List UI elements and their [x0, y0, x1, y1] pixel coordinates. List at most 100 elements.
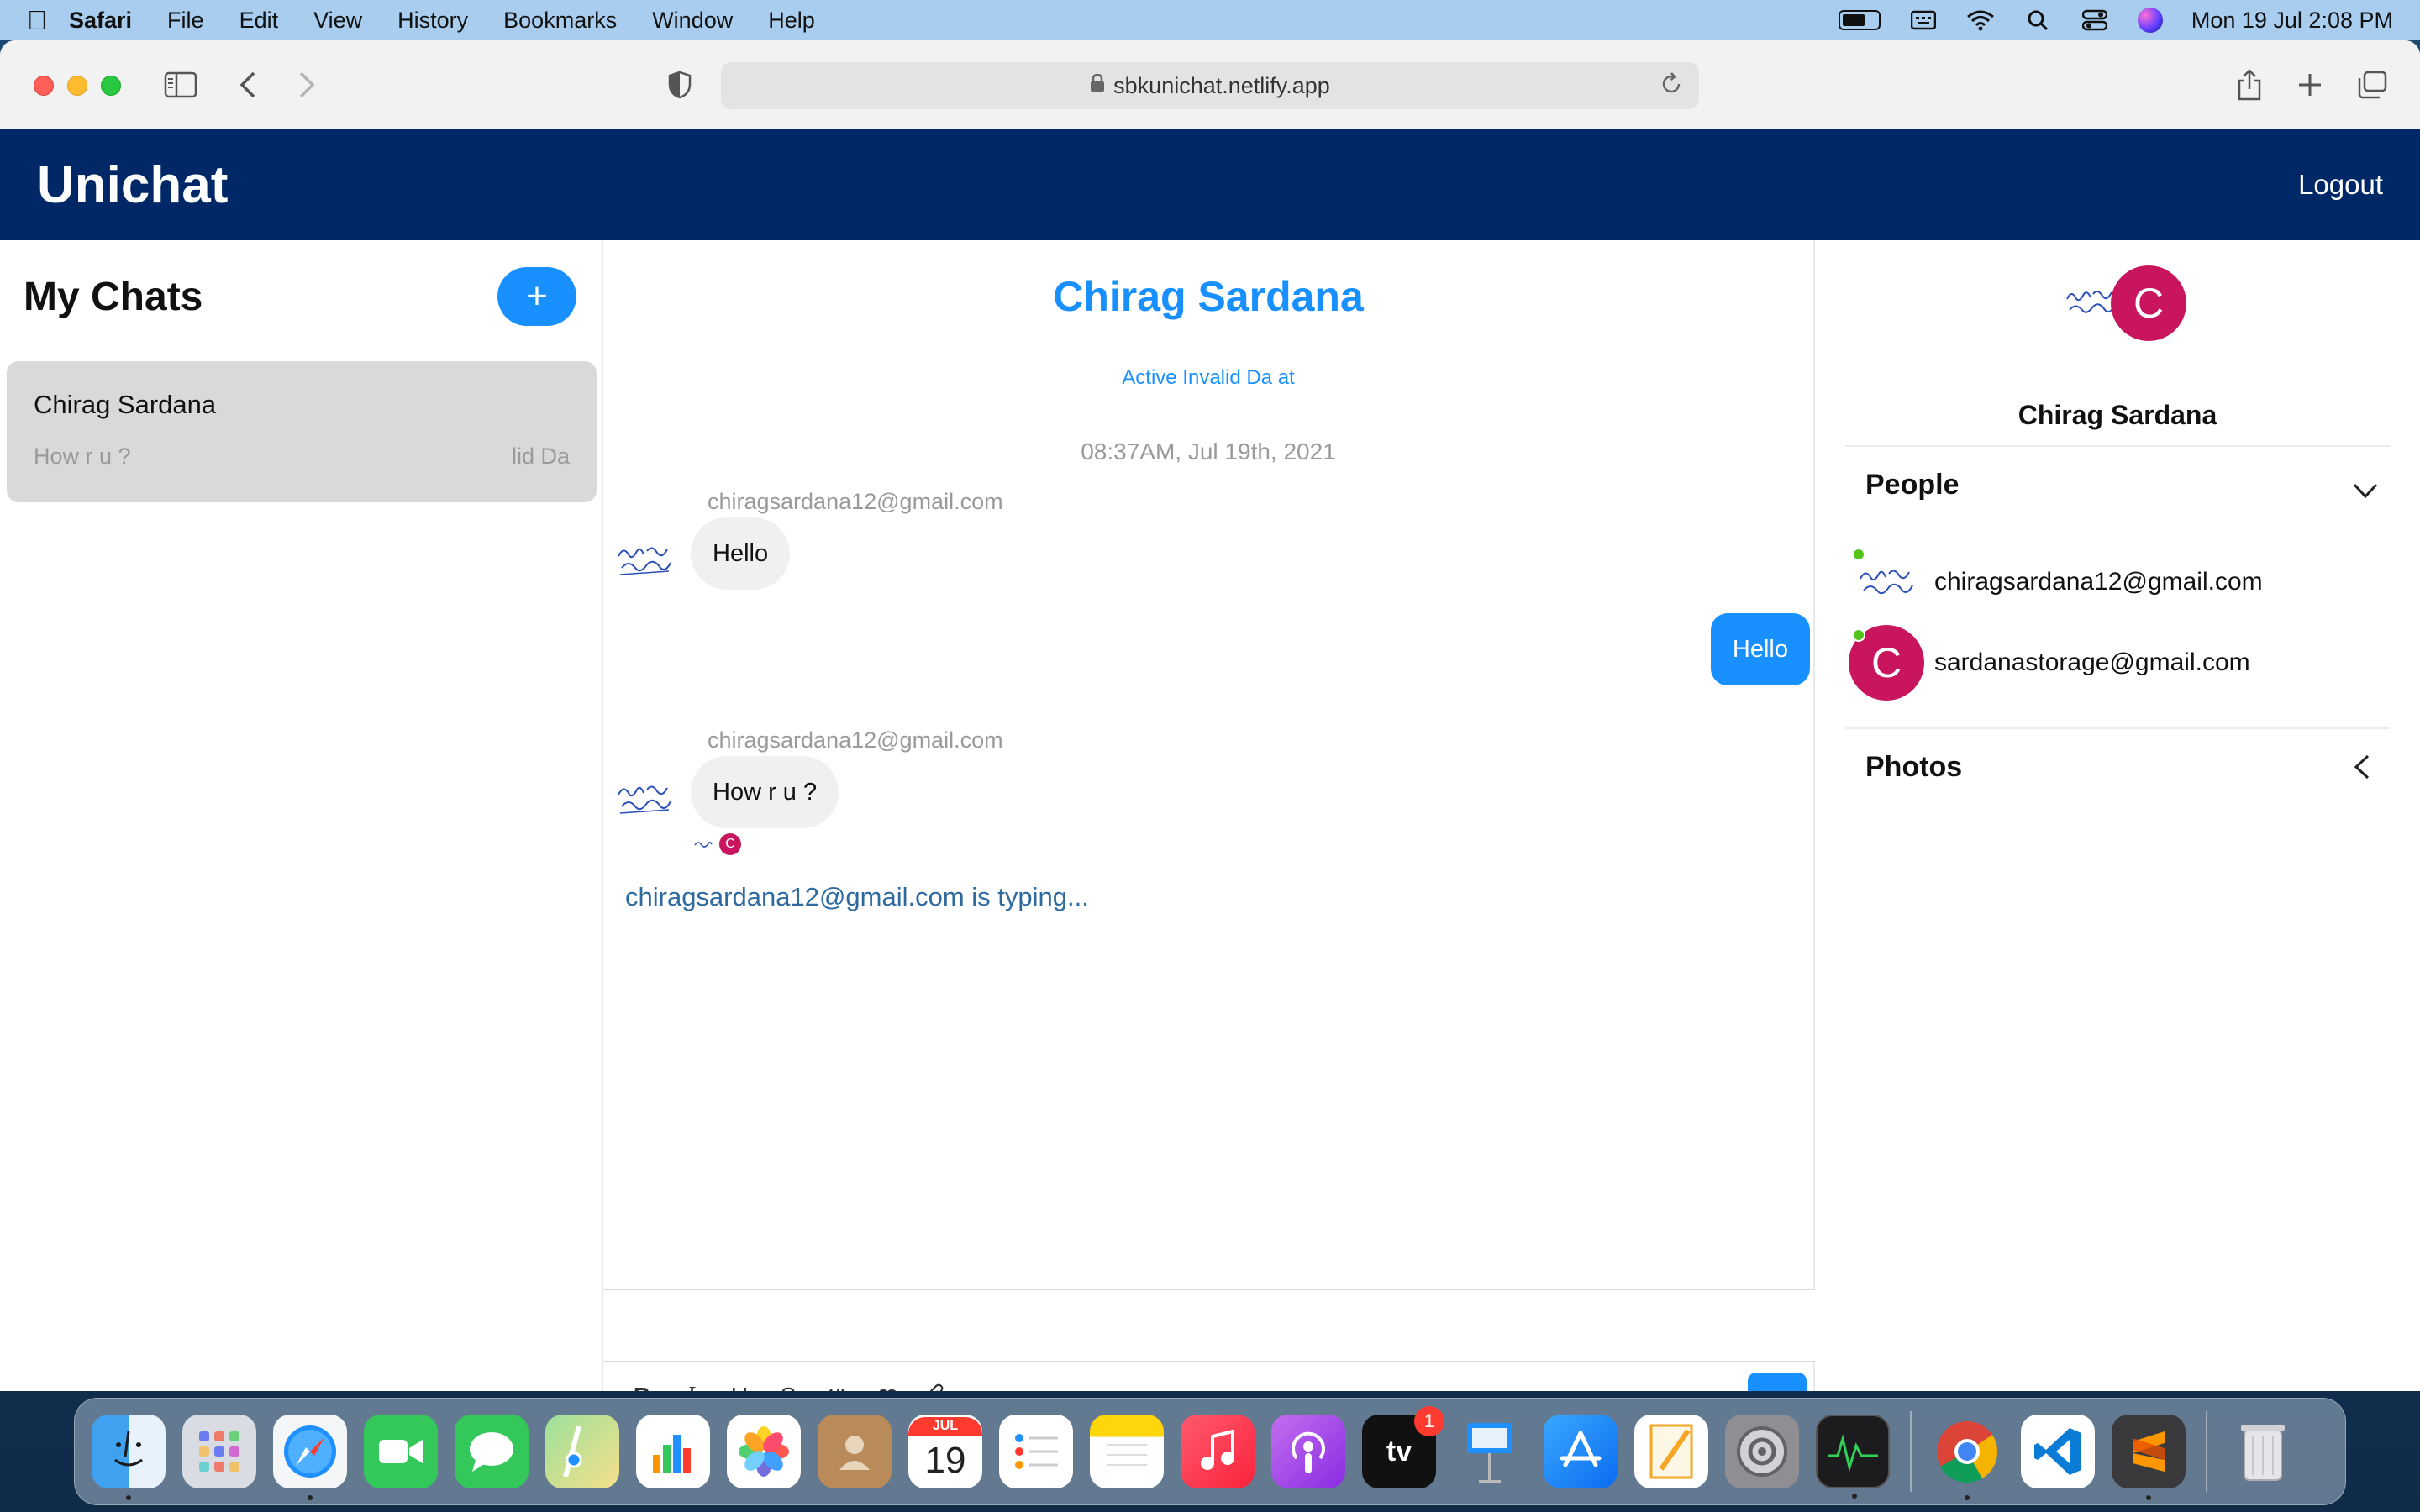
signature-avatar-icon [618, 547, 671, 575]
message-sender: chiragsardana12@gmail.com [708, 727, 1003, 753]
dock-separator [2206, 1411, 2207, 1492]
person-row[interactable]: chiragsardana12@gmail.com [1849, 544, 2263, 620]
code-icon[interactable] [823, 1383, 850, 1391]
chat-list-title: My Chats [24, 275, 203, 319]
podcasts-icon[interactable] [1271, 1415, 1345, 1488]
menu-help[interactable]: Help [768, 8, 815, 34]
message-bubble-own: Hello [1710, 613, 1810, 685]
keynote-icon[interactable] [1453, 1415, 1527, 1488]
menu-window[interactable]: Window [652, 8, 733, 34]
music-icon[interactable] [1181, 1415, 1255, 1488]
contacts-icon[interactable] [818, 1415, 892, 1488]
safari-icon[interactable] [273, 1415, 347, 1500]
maps-icon[interactable] [545, 1415, 619, 1488]
running-indicator [2146, 1495, 2151, 1500]
close-window-button[interactable] [34, 76, 54, 96]
address-bar[interactable]: sbkunichat.netlify.app [721, 62, 1699, 109]
photos-section-title[interactable]: Photos [1865, 751, 1962, 784]
calendar-icon[interactable]: JUL 19 [908, 1415, 982, 1488]
typing-indicator: chiragsardana12@gmail.com is typing... [625, 882, 1089, 911]
menu-view[interactable]: View [313, 8, 362, 34]
pages-icon[interactable] [1634, 1415, 1708, 1488]
underline-icon[interactable]: U [726, 1383, 753, 1391]
sidebar-toggle-icon[interactable] [160, 66, 202, 104]
menu-app-name[interactable]: Safari [69, 8, 132, 34]
control-center-icon[interactable] [2081, 9, 2109, 31]
chat-avatar: C [2111, 265, 2186, 341]
notification-badge: 1 [1414, 1406, 1444, 1436]
menu-history[interactable]: History [397, 8, 468, 34]
signature-avatar-icon [618, 785, 671, 814]
spotlight-search-icon[interactable] [2023, 9, 2052, 31]
trash-icon[interactable] [2226, 1415, 2300, 1488]
system-preferences-icon[interactable] [1725, 1415, 1799, 1488]
facetime-icon[interactable] [364, 1415, 438, 1488]
apple-icon[interactable]:  [27, 5, 69, 36]
running-indicator [1965, 1495, 1970, 1500]
chat-list-pane: My Chats + Chirag Sardana How r u ? lid … [0, 240, 603, 1391]
chat-subtitle: Active Invalid Da at [1122, 366, 1295, 389]
message-input[interactable] [603, 1289, 1815, 1362]
minimize-window-button[interactable] [67, 76, 87, 96]
online-indicator [1852, 548, 1865, 561]
apple-tv-icon[interactable]: tv 1 [1362, 1406, 1444, 1488]
vscode-icon[interactable] [2021, 1415, 2095, 1488]
chrome-icon[interactable] [1930, 1415, 2004, 1500]
reload-icon[interactable] [1660, 72, 1682, 102]
notes-icon[interactable] [1090, 1415, 1164, 1488]
send-button[interactable]: ↑ [1748, 1373, 1807, 1391]
chevron-left-icon[interactable] [2353, 754, 2371, 787]
back-icon[interactable] [227, 66, 269, 104]
menu-edit[interactable]: Edit [239, 8, 279, 34]
fullscreen-window-button[interactable] [101, 76, 121, 96]
app-store-icon[interactable] [1544, 1415, 1618, 1488]
logout-button[interactable]: Logout [2298, 169, 2383, 201]
forward-icon[interactable] [286, 66, 328, 104]
link-icon[interactable] [872, 1383, 899, 1391]
attachment-icon[interactable] [921, 1383, 948, 1391]
menu-file[interactable]: File [167, 8, 204, 34]
strikethrough-icon[interactable]: S [775, 1383, 802, 1391]
wifi-icon[interactable] [1966, 9, 1995, 31]
messages-icon[interactable] [455, 1415, 529, 1488]
bold-icon[interactable]: B [629, 1383, 655, 1391]
window-controls [34, 76, 121, 96]
photos-icon[interactable] [727, 1415, 801, 1488]
keyboard-input-icon[interactable] [1909, 9, 1938, 31]
divider [1845, 727, 2390, 729]
lock-icon [1090, 73, 1105, 97]
person-avatar: C [1849, 625, 1924, 701]
calendar-day: 19 [924, 1440, 966, 1481]
new-chat-button[interactable]: + [497, 267, 576, 326]
dock-separator [1910, 1411, 1912, 1492]
message-timestamp: 08:37AM, Jul 19th, 2021 [1081, 438, 1336, 465]
signature-avatar-icon [1860, 570, 1913, 595]
battery-icon[interactable] [1838, 10, 1881, 30]
privacy-shield-icon[interactable] [659, 66, 701, 104]
people-section-title[interactable]: People [1865, 469, 1959, 501]
activity-monitor-icon[interactable] [1816, 1415, 1890, 1499]
person-avatar [1849, 544, 1924, 620]
app-header: Unichat Logout [0, 129, 2420, 240]
read-receipts: C [694, 833, 741, 855]
numbers-icon[interactable] [636, 1415, 710, 1488]
launchpad-icon[interactable] [182, 1415, 256, 1488]
share-icon[interactable] [2228, 66, 2270, 104]
reminders-icon[interactable] [999, 1415, 1073, 1488]
chevron-down-icon[interactable] [2353, 474, 2378, 507]
running-indicator [126, 1495, 131, 1500]
sublime-text-icon[interactable] [2112, 1415, 2186, 1500]
menu-bookmarks[interactable]: Bookmarks [503, 8, 617, 34]
chat-engine: My Chats + Chirag Sardana How r u ? lid … [0, 240, 2420, 1391]
chat-card[interactable]: Chirag Sardana How r u ? lid Da [7, 361, 597, 502]
chat-card-last-message: How r u ? [34, 444, 131, 469]
italic-icon[interactable]: I [677, 1383, 704, 1391]
new-tab-icon[interactable] [2289, 66, 2331, 104]
tab-overview-icon[interactable] [2351, 66, 2393, 104]
message-bubble: Hello [691, 517, 791, 590]
person-row[interactable]: C sardanastorage@gmail.com [1849, 625, 2250, 701]
chat-title: Chirag Sardana [1053, 273, 1364, 320]
siri-icon[interactable] [2137, 8, 2163, 33]
menubar-clock[interactable]: Mon 19 Jul 2:08 PM [2191, 8, 2393, 34]
finder-icon[interactable] [92, 1415, 166, 1500]
